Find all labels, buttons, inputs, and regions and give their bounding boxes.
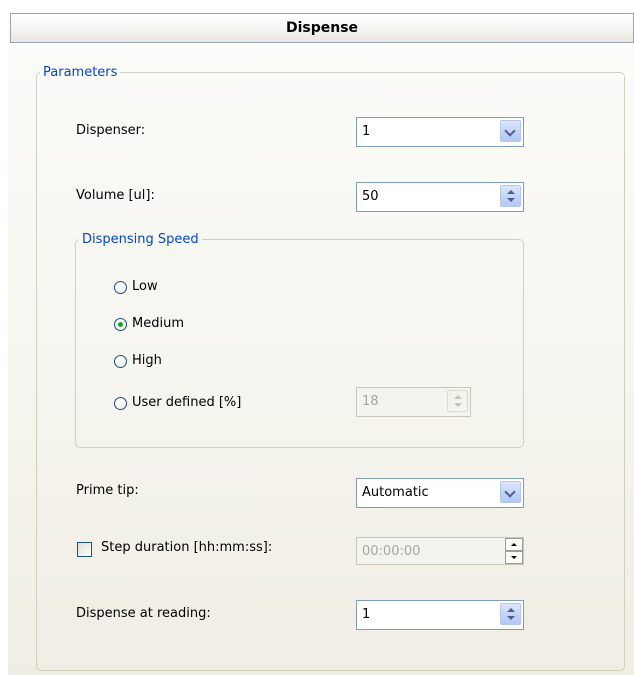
- spin-arrows-icon[interactable]: [500, 603, 521, 625]
- prime-tip-value: Automatic: [362, 485, 429, 500]
- prime-tip-label: Prime tip:: [76, 483, 139, 498]
- chevron-down-icon[interactable]: [500, 481, 521, 503]
- dispense-at-reading-label: Dispense at reading:: [76, 606, 211, 621]
- dispenser-value: 1: [362, 124, 371, 139]
- volume-value: 50: [362, 189, 379, 204]
- speed-medium-label[interactable]: Medium: [132, 316, 184, 331]
- spin-arrows-icon[interactable]: [447, 390, 468, 412]
- time-up-icon[interactable]: [505, 538, 523, 551]
- user-defined-speed-stepper[interactable]: 18: [356, 387, 471, 417]
- step-duration-input[interactable]: 00:00:00: [356, 537, 524, 565]
- speed-low-label[interactable]: Low: [132, 279, 158, 294]
- speed-low-radio[interactable]: [114, 281, 127, 294]
- step-duration-label[interactable]: Step duration [hh:mm:ss]:: [101, 540, 272, 555]
- dispensing-speed-legend: Dispensing Speed: [82, 232, 199, 247]
- volume-stepper[interactable]: 50: [356, 182, 524, 212]
- chevron-down-icon[interactable]: [500, 120, 521, 142]
- user-defined-speed-value: 18: [362, 394, 379, 409]
- dispenser-select[interactable]: 1: [356, 117, 524, 147]
- time-down-icon[interactable]: [505, 551, 523, 564]
- spin-arrows-icon[interactable]: [500, 185, 521, 207]
- dispense-at-reading-value: 1: [362, 607, 371, 622]
- speed-user-defined-radio[interactable]: [114, 397, 127, 410]
- speed-user-defined-label[interactable]: User defined [%]: [132, 395, 241, 410]
- dispense-at-reading-stepper[interactable]: 1: [356, 600, 524, 630]
- step-duration-value: 00:00:00: [362, 544, 421, 559]
- page-title: Dispense: [10, 13, 634, 43]
- speed-medium-radio[interactable]: [114, 318, 127, 331]
- step-duration-checkbox[interactable]: [77, 542, 92, 557]
- dispenser-label: Dispenser:: [76, 123, 146, 138]
- prime-tip-select[interactable]: Automatic: [356, 478, 524, 508]
- volume-label: Volume [ul]:: [76, 188, 155, 203]
- speed-high-radio[interactable]: [114, 355, 127, 368]
- speed-high-label[interactable]: High: [132, 353, 162, 368]
- parameters-legend: Parameters: [43, 65, 118, 80]
